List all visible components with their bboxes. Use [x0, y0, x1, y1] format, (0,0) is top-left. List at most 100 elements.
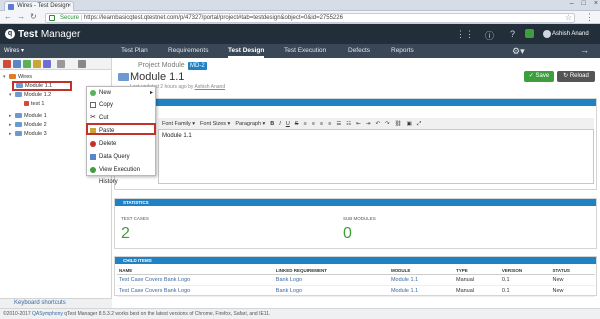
avatar[interactable] — [543, 30, 551, 38]
font-size-select[interactable]: Font Sizes ▾ — [200, 118, 230, 129]
back-icon[interactable]: ← — [4, 12, 12, 21]
favicon-icon — [8, 4, 14, 10]
row-requirement-link[interactable]: Bank Logo — [273, 274, 389, 286]
forward-icon[interactable]: → — [17, 12, 25, 21]
project-selector[interactable]: Wires ▾ — [4, 44, 24, 58]
paragraph-select[interactable]: Paragraph ▾ — [235, 118, 265, 129]
nav-test-execution[interactable]: Test Execution — [284, 44, 326, 58]
browser-menu-icon[interactable]: ⋮ — [585, 12, 594, 23]
collapse-icon[interactable] — [78, 60, 86, 68]
close-window-icon[interactable]: × — [594, 0, 598, 10]
user-name[interactable]: Ashish Anand — [552, 29, 589, 39]
updated-by-link[interactable]: Ashish Anand — [195, 84, 226, 90]
new-testcase-icon[interactable] — [13, 60, 21, 68]
tree-item-test-1[interactable]: test 1 — [24, 100, 44, 108]
new-module-icon[interactable] — [3, 60, 11, 68]
table-row[interactable]: Test Case Covers Bank Logo Bank Logo Mod… — [117, 274, 595, 286]
apps-grid-icon[interactable]: ⋮⋮ — [456, 29, 474, 40]
menu-item-copy[interactable]: Copy — [87, 99, 157, 111]
align-left-icon[interactable]: ≡ — [303, 118, 306, 129]
col-linked-requirement[interactable]: LINKED REQUIREMENT — [273, 267, 389, 275]
image-icon[interactable]: ▣ — [407, 118, 412, 129]
nav-reports[interactable]: Reports — [391, 44, 414, 58]
table-row[interactable]: Test Case Covers Bank Logo Bank Logo Mod… — [117, 285, 595, 297]
url-text: https://learnbasicqtest.qtestnet.com/p/4… — [83, 15, 343, 21]
reload-button[interactable]: ↻ Reload — [557, 71, 595, 82]
tree-item-module-1-2[interactable]: ▾ Module 1.2 — [9, 91, 51, 99]
link-icon[interactable]: ⛓ — [395, 118, 402, 129]
col-name[interactable]: NAME — [117, 267, 274, 275]
arrow-right-icon[interactable]: → — [580, 45, 589, 55]
tree-item-module-3[interactable]: ▸ Module 3 — [9, 130, 47, 138]
redo-icon[interactable]: ↷ — [385, 118, 390, 129]
menu-item-view-execution-history[interactable]: View Execution History — [87, 164, 157, 185]
nav-defects[interactable]: Defects — [348, 44, 370, 58]
refresh-tree-icon[interactable] — [57, 60, 65, 68]
folder-icon — [118, 73, 129, 81]
underline-button[interactable]: U — [286, 118, 290, 129]
menu-item-new[interactable]: New ▸ — [87, 87, 157, 99]
close-tab-icon[interactable]: × — [67, 2, 71, 11]
bullet-list-icon[interactable]: ☰ — [336, 118, 341, 129]
test-cases-label: TEST CASES — [121, 216, 149, 221]
menu-item-data-query[interactable]: Data Query — [87, 151, 157, 163]
info-icon[interactable]: ⓘ — [485, 29, 494, 42]
minimize-icon[interactable]: – — [570, 0, 574, 10]
nav-test-design[interactable]: Test Design — [228, 44, 265, 58]
export-icon[interactable] — [43, 60, 51, 68]
nav-requirements[interactable]: Requirements — [168, 44, 208, 58]
help-icon[interactable]: ? — [510, 29, 515, 39]
fullscreen-icon[interactable]: ⤢ — [417, 118, 421, 129]
table-header-row: NAME LINKED REQUIREMENT MODULE TYPE VERS… — [117, 267, 595, 275]
justify-icon[interactable]: ≡ — [328, 118, 331, 129]
bold-button[interactable]: B — [270, 118, 274, 129]
child-items-header[interactable]: CHILD ITEMS — [115, 257, 596, 264]
maximize-icon[interactable]: □ — [582, 0, 586, 10]
description-header[interactable]: DESCRIPTION — [115, 99, 596, 106]
lock-icon — [49, 15, 55, 21]
row-name-link[interactable]: Test Case Covers Bank Logo — [117, 285, 274, 297]
folder-icon — [15, 92, 22, 97]
col-module[interactable]: MODULE — [388, 267, 454, 275]
col-status[interactable]: STATUS — [550, 267, 595, 275]
editor-content[interactable]: Module 1.1 — [162, 133, 192, 139]
tree-item-module-2[interactable]: ▸ Module 2 — [9, 121, 47, 129]
gear-icon[interactable]: ⚙▾ — [512, 46, 525, 57]
filter-icon[interactable] — [23, 60, 31, 68]
italic-button[interactable]: I — [279, 118, 281, 129]
reload-icon: ↻ — [563, 73, 570, 79]
strikethrough-button[interactable]: S — [295, 118, 299, 129]
company-link[interactable]: QASymphony — [32, 311, 63, 317]
notification-icon[interactable] — [525, 29, 534, 38]
window-controls: – □ × — [570, 0, 598, 10]
col-type[interactable]: TYPE — [453, 267, 500, 275]
keyboard-shortcuts-link[interactable]: Keyboard shortcuts — [0, 298, 112, 308]
align-center-icon[interactable]: ≡ — [312, 118, 315, 129]
import-icon[interactable] — [33, 60, 41, 68]
data-query-icon — [90, 154, 96, 160]
align-right-icon[interactable]: ≡ — [320, 118, 323, 129]
page-title: Module 1.1 — [130, 71, 185, 83]
row-name-link[interactable]: Test Case Covers Bank Logo — [117, 274, 274, 286]
statistics-header[interactable]: STATISTICS — [115, 199, 596, 206]
row-requirement-link[interactable]: Bank Logo — [273, 285, 389, 297]
bookmark-star-icon[interactable]: ☆ — [565, 13, 572, 22]
browser-tab[interactable]: Wires - Test Design × — [4, 1, 74, 11]
chevron-down-icon: ▾ — [21, 48, 25, 54]
menu-item-delete[interactable]: Delete — [87, 138, 157, 150]
outdent-icon[interactable]: ⇤ — [356, 118, 361, 129]
save-button[interactable]: ✓ Save — [524, 71, 554, 82]
tree-root[interactable]: ▾ Wires — [3, 73, 32, 81]
refresh-icon[interactable]: ↻ — [30, 12, 37, 21]
indent-icon[interactable]: ⇥ — [366, 118, 371, 129]
save-icon: ✓ — [528, 73, 536, 79]
undo-icon[interactable]: ↶ — [375, 118, 380, 129]
col-version[interactable]: VERSION — [499, 267, 551, 275]
tree-item-module-1[interactable]: ▸ Module 1 — [9, 112, 47, 120]
font-family-select[interactable]: Font Family ▾ — [162, 118, 195, 129]
row-module-link[interactable]: Module 1.1 — [388, 274, 454, 286]
nav-test-plan[interactable]: Test Plan — [121, 44, 148, 58]
numbered-list-icon[interactable]: ☷ — [346, 118, 351, 129]
url-input[interactable]: Secure | https://learnbasicqtest.qtestne… — [45, 13, 575, 23]
row-module-link[interactable]: Module 1.1 — [388, 285, 454, 297]
